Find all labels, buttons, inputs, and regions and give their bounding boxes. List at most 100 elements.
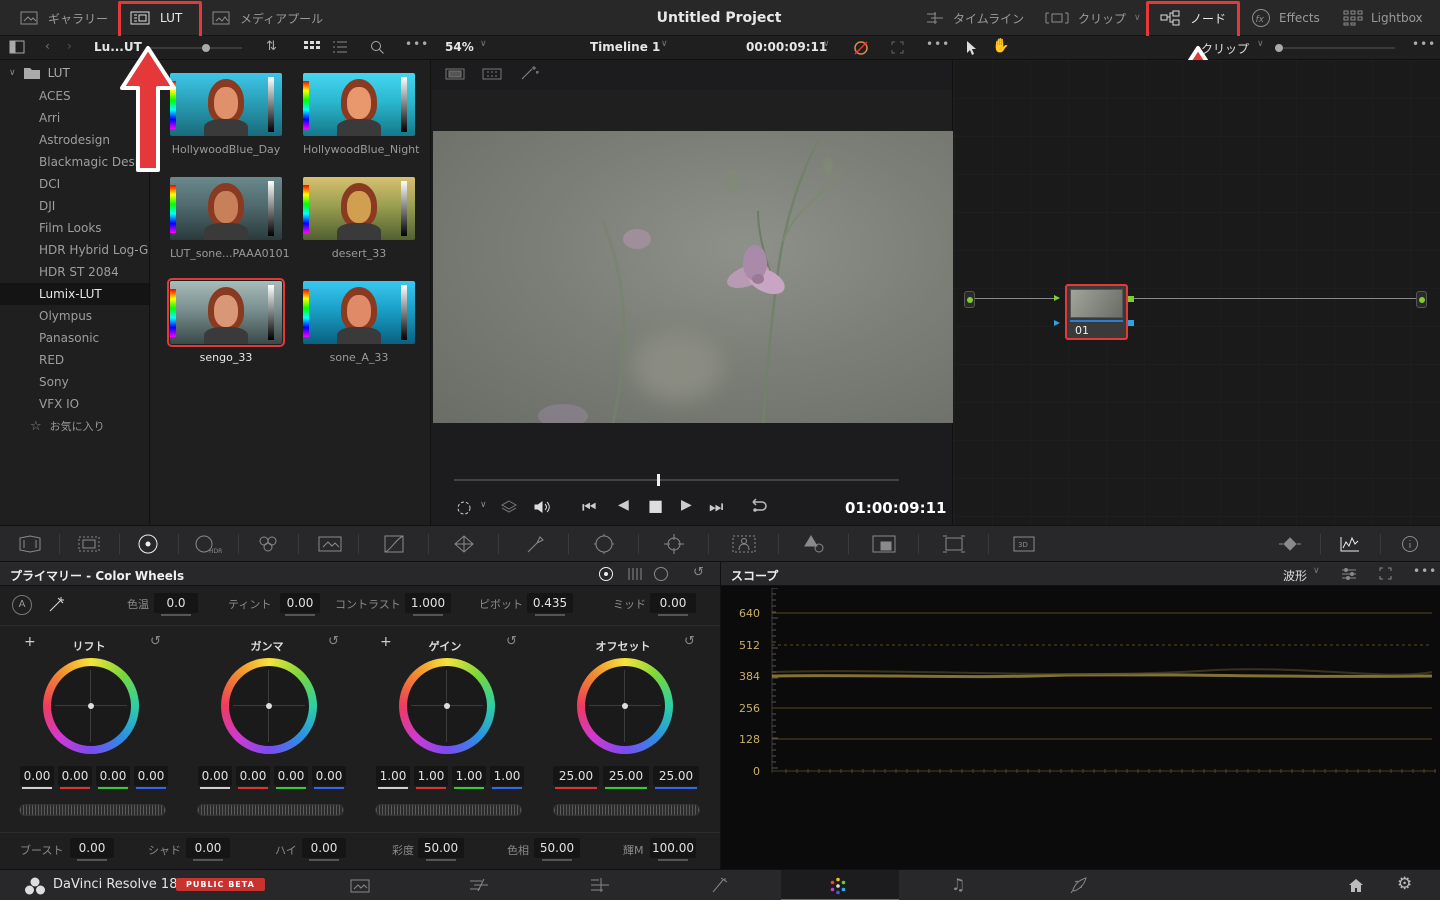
slider-handle[interactable]: [1275, 44, 1283, 52]
chevron-down-icon[interactable]: ∨: [480, 39, 487, 49]
favorites-item[interactable]: ☆ お気に入り: [0, 415, 149, 437]
tree-item[interactable]: Olympus: [0, 305, 149, 327]
color-wheel[interactable]: [399, 658, 495, 754]
curves-icon[interactable]: [372, 526, 416, 562]
tree-item[interactable]: Sony: [0, 371, 149, 393]
cut-page-icon[interactable]: [468, 877, 492, 893]
tree-item[interactable]: DCI: [0, 173, 149, 195]
lum-mix-field[interactable]: 100.00: [650, 838, 696, 861]
hand-icon[interactable]: ✋: [992, 38, 1009, 54]
scope-mode[interactable]: 波形: [1283, 567, 1307, 584]
color-boost-field[interactable]: 0.00: [70, 838, 114, 861]
master-wheel[interactable]: [375, 804, 522, 816]
wheel-value-field[interactable]: 0.00: [58, 766, 92, 789]
gallery-strip-icon[interactable]: [482, 68, 502, 80]
fullscreen-icon[interactable]: [891, 41, 904, 54]
wheel-value-field[interactable]: 1.00: [490, 766, 524, 789]
wheel-handle[interactable]: [444, 703, 450, 709]
wheel-value-field[interactable]: 0.00: [312, 766, 346, 789]
highlights-field[interactable]: 0.00: [302, 838, 346, 861]
mid-detail-field[interactable]: 0.00: [650, 593, 696, 616]
master-wheel[interactable]: [197, 804, 344, 816]
color-wheel[interactable]: [577, 658, 673, 754]
rgb-mixer-icon[interactable]: [246, 526, 290, 562]
zoom-level[interactable]: 54%: [445, 40, 474, 54]
lut-thumbnail[interactable]: sone_A_33: [303, 281, 415, 364]
search-icon[interactable]: [370, 40, 384, 54]
key-icon[interactable]: [862, 526, 906, 562]
fairlight-page-icon[interactable]: ♫: [951, 875, 965, 894]
gallery-button[interactable]: ギャラリー: [20, 0, 108, 36]
chevron-down-icon[interactable]: ∨: [1313, 566, 1320, 576]
wheel-value-field[interactable]: 0.00: [236, 766, 270, 789]
contrast-field[interactable]: 1.000: [405, 593, 451, 616]
output-node[interactable]: [1416, 291, 1427, 308]
auto-balance-button[interactable]: A: [12, 595, 32, 615]
pointer-icon[interactable]: [966, 40, 978, 56]
node-zoom-slider[interactable]: [1275, 44, 1395, 52]
wheel-value-field[interactable]: 25.00: [553, 766, 599, 789]
wheels-mode-icon[interactable]: [598, 566, 614, 582]
reset-all-icon[interactable]: ↺: [693, 565, 704, 580]
saturation-field[interactable]: 50.00: [418, 838, 464, 861]
wheel-value-field[interactable]: 25.00: [653, 766, 699, 789]
scrubber-track[interactable]: [454, 474, 899, 486]
color-match-icon[interactable]: [67, 526, 111, 562]
timeline-button[interactable]: タイムライン: [925, 0, 1024, 36]
split-view-icon[interactable]: [445, 68, 465, 80]
temp-field[interactable]: 0.0: [154, 593, 198, 616]
gear-icon[interactable]: ⚙: [1397, 874, 1412, 894]
tree-item[interactable]: DJI: [0, 195, 149, 217]
media-page-icon[interactable]: [350, 878, 370, 894]
reset-icon[interactable]: ↺: [328, 634, 339, 649]
chevron-down-icon[interactable]: ∨: [661, 39, 668, 49]
slider-handle[interactable]: [202, 44, 210, 52]
info-icon[interactable]: [1388, 526, 1432, 562]
picker-icon[interactable]: [47, 596, 67, 614]
panel-toggle-icon[interactable]: [9, 40, 25, 54]
sort-icon[interactable]: ⇅: [266, 39, 277, 54]
tree-item[interactable]: Panasonic: [0, 327, 149, 349]
color-wheel[interactable]: [43, 658, 139, 754]
wheel-handle[interactable]: [266, 703, 272, 709]
color-page-tab[interactable]: [781, 870, 899, 900]
stop-icon[interactable]: ■: [648, 496, 663, 515]
master-wheel[interactable]: [19, 804, 166, 816]
lightbox-button[interactable]: Lightbox: [1343, 0, 1423, 36]
list-view-icon[interactable]: [333, 41, 347, 53]
tree-item[interactable]: Film Looks: [0, 217, 149, 239]
grid-view-icon[interactable]: [304, 41, 320, 53]
back-icon[interactable]: ‹: [45, 39, 50, 53]
window-icon[interactable]: [582, 526, 626, 562]
deliver-page-icon[interactable]: [1069, 876, 1089, 894]
lut-thumbnail[interactable]: HollywoodBlue_Night: [303, 73, 419, 156]
shadows-field[interactable]: 0.00: [186, 838, 230, 861]
lut-thumbnail[interactable]: sengo_33: [167, 278, 285, 364]
volume-icon[interactable]: [533, 499, 551, 515]
loop-icon[interactable]: [748, 498, 768, 516]
color-wheel[interactable]: [221, 658, 317, 754]
scopes-icon[interactable]: [1328, 526, 1372, 562]
magic-mask-icon[interactable]: [722, 526, 766, 562]
layers-icon[interactable]: [501, 499, 517, 515]
stereo-3d-icon[interactable]: 3D: [1002, 526, 1046, 562]
skip-start-icon[interactable]: ⏮: [582, 497, 596, 517]
chevron-down-icon[interactable]: ∨: [823, 39, 830, 49]
more-options-icon[interactable]: •••: [1412, 37, 1436, 51]
lut-thumbnail[interactable]: desert_33: [303, 177, 415, 260]
loop-mode-icon[interactable]: [454, 500, 476, 516]
reset-icon[interactable]: ↺: [684, 634, 695, 649]
edit-page-icon[interactable]: [589, 877, 611, 893]
wheel-value-field[interactable]: 1.00: [414, 766, 448, 789]
bars-mode-icon[interactable]: [627, 567, 643, 581]
wheel-handle[interactable]: [622, 703, 628, 709]
sizing-icon[interactable]: [932, 526, 976, 562]
color-warper-icon[interactable]: [442, 526, 486, 562]
tree-item[interactable]: Lumix-LUT: [0, 283, 149, 305]
wheel-value-field[interactable]: 0.00: [198, 766, 232, 789]
more-options-icon[interactable]: •••: [1413, 564, 1437, 578]
wheel-value-field[interactable]: 0.00: [20, 766, 54, 789]
wheel-handle[interactable]: [88, 703, 94, 709]
magic-wand-icon[interactable]: [520, 65, 540, 81]
reset-icon[interactable]: ↺: [150, 634, 161, 649]
